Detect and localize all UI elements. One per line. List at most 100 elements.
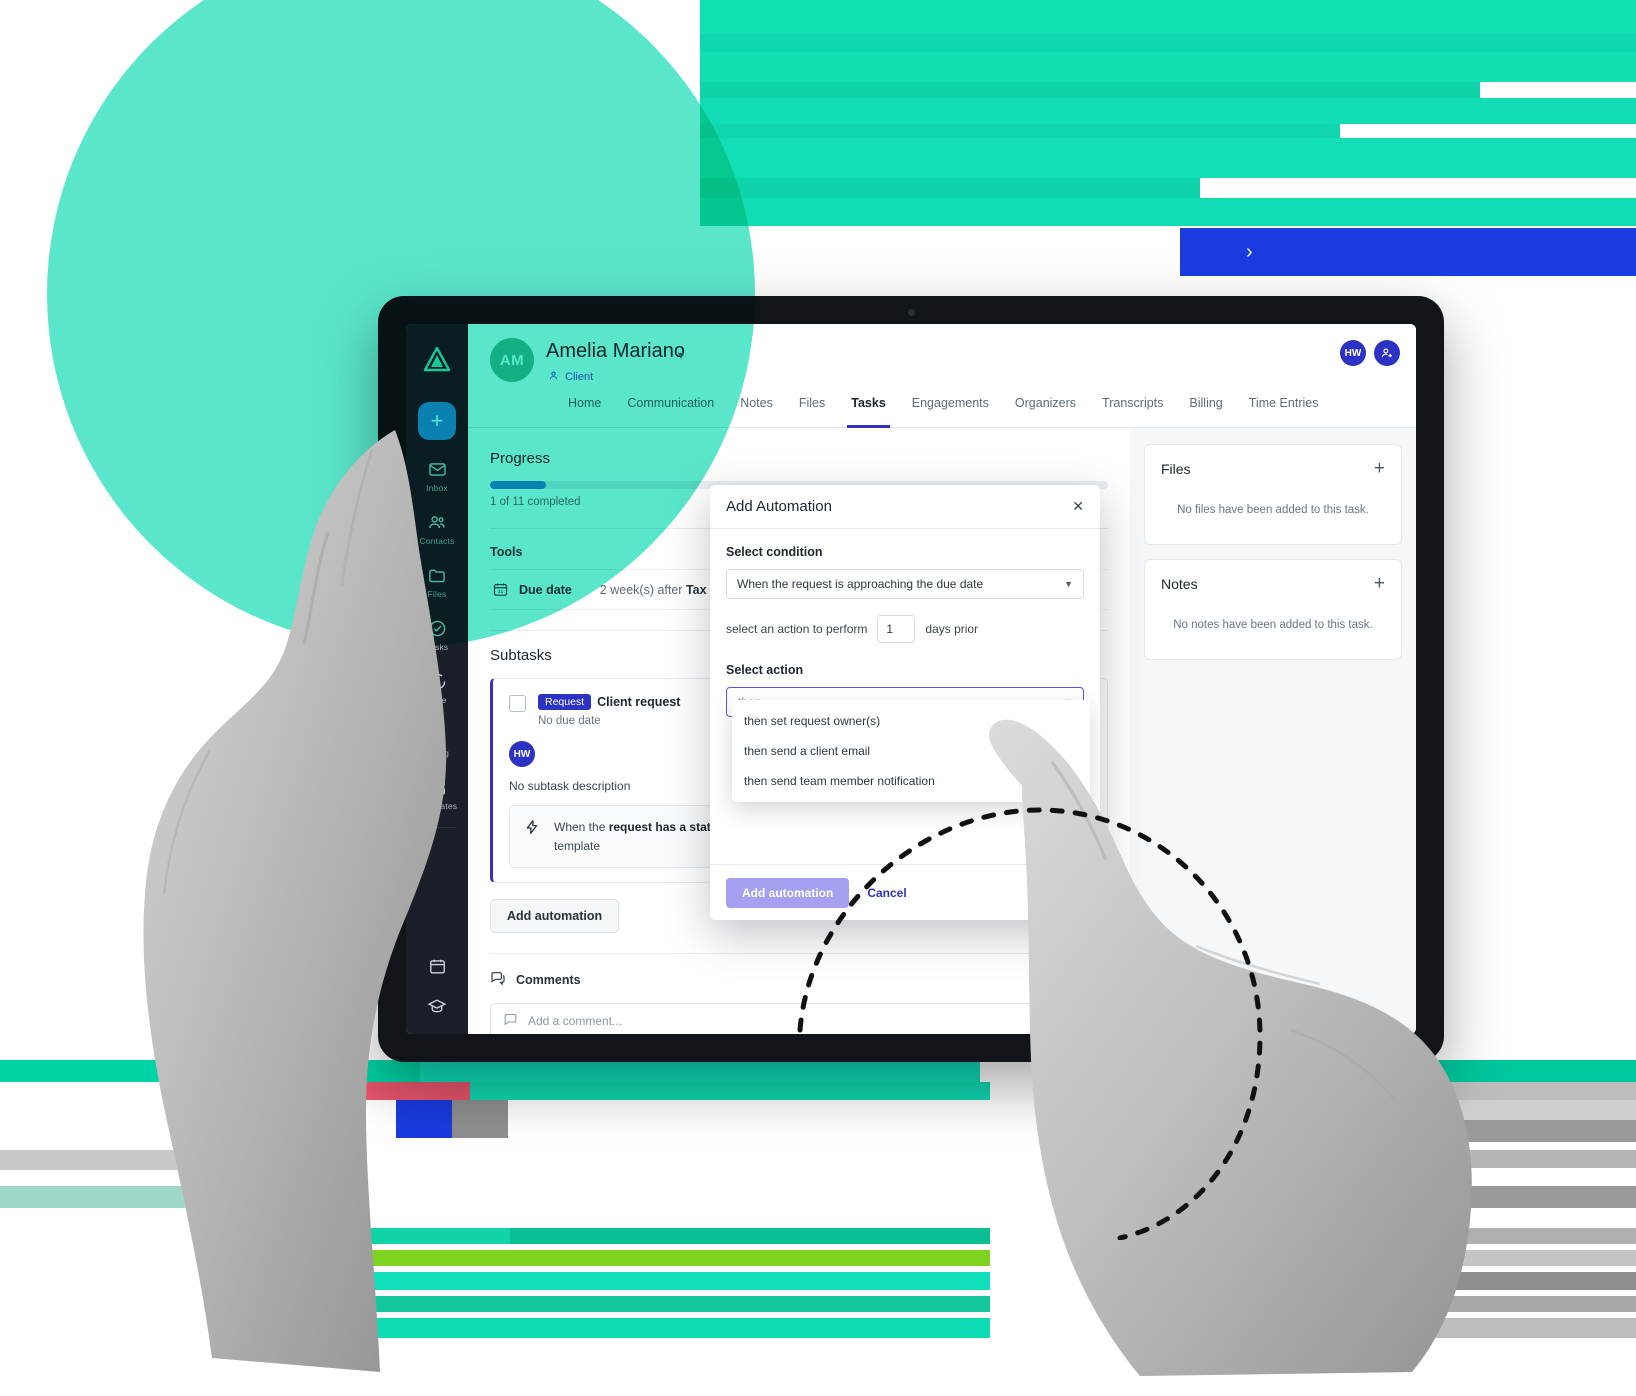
submit-automation-button[interactable]: Add automation [726,877,850,908]
sidebar-add-button[interactable]: + [418,402,456,440]
tab-communication[interactable]: Communication [627,396,714,427]
sidebar-item-calendar[interactable] [406,955,468,977]
folder-icon [406,564,468,586]
tab-label: Billing [1189,396,1223,410]
sidebar-item-label: Billing [424,748,450,758]
tab-label: Transcripts [1102,396,1164,410]
tab-label: Files [798,396,826,410]
days-prior-input[interactable]: 1 [877,615,916,643]
sidebar-item-billing[interactable]: Billing [406,723,468,758]
progress-bar-fill [490,481,546,489]
sidebar-item-tasks[interactable]: Tasks [406,617,468,652]
tool-row-name: Due date [519,582,572,597]
tab-tasks[interactable]: Tasks [847,396,890,428]
modal-title: Add Automation [726,498,832,515]
triangle-logo-icon[interactable] [419,342,455,376]
sidebar-item-label: Files [427,589,447,599]
avatar: AM [490,338,534,382]
people-icon [406,511,468,533]
condition-select-value: When the request is approaching the due … [737,577,984,591]
comment-input[interactable]: Add a comment... [490,1003,1108,1034]
modal-header: Add Automation ✕ [710,485,1100,529]
sidebar-item-contacts[interactable]: Contacts [406,511,468,546]
notes-panel: Notes + No notes have been added to this… [1144,559,1402,660]
add-automation-button[interactable]: Add automation [490,899,620,934]
avatar-initials: AM [499,351,525,369]
comment-input-placeholder: Add a comment... [528,1014,623,1029]
sidebar-item-label: Time [427,695,447,705]
dropdown-option-client-email[interactable]: then send a client email [732,736,1090,766]
dropdown-option-set-owner[interactable]: then set request owner(s) [732,706,1090,736]
layout-grid-icon [406,776,468,798]
tab-label: Engagements [911,396,989,410]
tab-transcripts[interactable]: Transcripts [1102,396,1163,427]
tool-row-value: 2 week(s) after Tax P [600,583,719,597]
header-actions: HW [1340,340,1400,366]
client-role-label: Client [565,371,594,383]
tab-label: Home [568,396,602,410]
comments-title: Comments [516,972,581,987]
select-action-label: Select action [726,663,804,677]
avatar[interactable]: HW [1340,340,1366,366]
days-prior-suffix: days prior [925,622,979,636]
chevron-right-icon: › [1246,240,1253,263]
sidebar-item-inbox[interactable]: Inbox [406,458,468,493]
chat-icon [503,1012,518,1030]
modal-body: Select condition When the request is app… [710,529,1100,727]
tool-row-value-prefix: 2 week(s) after [599,582,686,597]
graduation-cap-icon [406,995,468,1017]
svg-text:31: 31 [498,589,504,595]
next-arrow-button[interactable]: › [1180,228,1636,276]
dropdown-option-team-notification[interactable]: then send team member notification [732,766,1090,796]
subtask-title-row: Request Client request [538,693,680,711]
tab-home[interactable]: Home [568,396,601,427]
comments-header: Comments [490,953,1108,989]
sidebar-item-label: Tasks [425,642,449,652]
tab-notes[interactable]: Notes [740,396,773,427]
chevron-down-icon[interactable]: ▾ [678,348,684,362]
plus-icon[interactable]: + [1374,459,1385,478]
plus-icon[interactable]: + [1374,574,1385,593]
tab-time-entries[interactable]: Time Entries [1249,396,1319,427]
tab-label: Notes [740,396,773,410]
dollar-square-icon [406,723,468,745]
sidebar-item-templates[interactable]: Templates [406,776,468,811]
sidebar-item-files[interactable]: Files [406,564,468,599]
avatar-initials: HW [513,748,531,760]
panel-title: Notes [1161,575,1198,592]
tab-billing[interactable]: Billing [1189,396,1222,427]
avatar[interactable]: HW [509,741,535,767]
sidebar-item-label: Contacts [419,536,455,546]
add-user-icon[interactable] [1374,340,1400,366]
status-badge: Request [538,693,592,710]
subtask-due: No due date [538,715,601,727]
modal-footer: Add automation Cancel [710,864,1100,920]
cancel-button[interactable]: Cancel [867,886,906,900]
tab-organizers[interactable]: Organizers [1015,396,1076,427]
sidebar-item-learning[interactable] [406,995,468,1017]
progress-title: Progress [490,450,551,467]
files-panel: Files + No files have been added to this… [1144,444,1402,545]
tab-files[interactable]: Files [799,396,825,427]
panel-empty-state: No notes have been added to this task. [1173,619,1373,631]
tab-label: Tasks [851,396,886,410]
envelope-icon [406,458,468,480]
sidebar-bottom-group [406,937,468,1020]
calendar-icon [406,955,468,977]
avatar-initials: HW [1344,347,1362,359]
paperclip-icon[interactable] [1080,1012,1095,1030]
client-role: Client [548,370,593,384]
condition-select[interactable]: When the request is approaching the due … [726,569,1084,599]
panel-header: Notes + [1161,574,1385,593]
tab-label: Organizers [1014,396,1077,410]
sidebar-item-time[interactable]: Time [406,670,468,705]
automation-rule-text: When the request has a status o template [554,818,735,855]
sidebar-add-label: + [430,408,444,433]
automation-text-lead: When the [554,820,609,834]
lightning-bolt-icon [524,818,540,855]
calendar-31-icon: 31 [492,581,509,598]
tab-engagements[interactable]: Engagements [912,396,989,427]
close-icon[interactable]: ✕ [1072,498,1084,515]
subtask-checkbox[interactable] [509,695,526,712]
automation-text-tail: template [554,838,601,853]
